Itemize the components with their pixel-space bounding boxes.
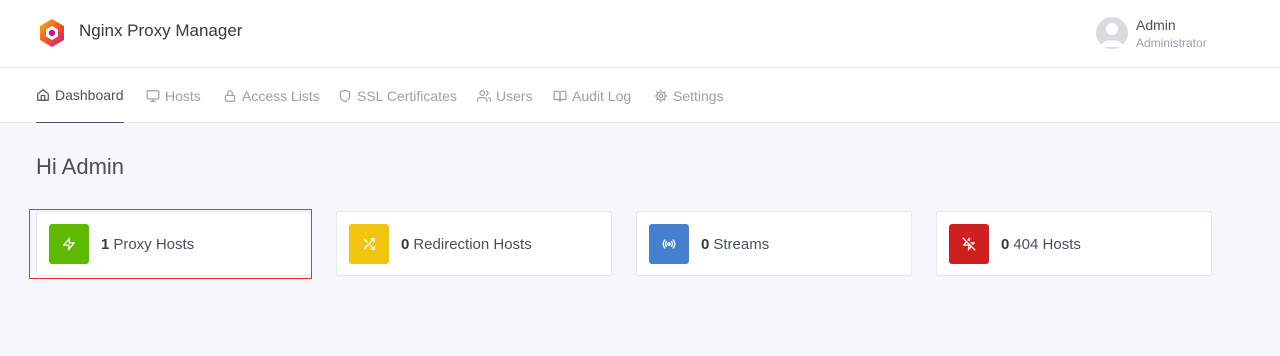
nav-dashboard-label: Dashboard: [55, 87, 124, 103]
user-role: Administrator: [1136, 36, 1207, 50]
nav-users[interactable]: Users: [477, 68, 533, 123]
nav-dashboard[interactable]: Dashboard: [36, 68, 124, 123]
avatar[interactable]: [1096, 17, 1128, 49]
zap-off-icon: [962, 237, 976, 251]
monitor-icon: [146, 89, 160, 102]
lock-icon: [224, 89, 236, 102]
selection-highlight: [29, 209, 312, 279]
card-text: 0 404 Hosts: [1001, 236, 1081, 253]
card-count: 0: [1001, 236, 1010, 253]
card-label: 404 Hosts: [1013, 236, 1081, 253]
app-title[interactable]: Nginx Proxy Manager: [79, 21, 242, 41]
main-nav: Dashboard Hosts Access Lists SSL Certifi…: [0, 68, 1280, 123]
user-name[interactable]: Admin: [1136, 17, 1176, 33]
users-icon: [477, 89, 491, 102]
nav-users-label: Users: [496, 87, 533, 104]
card-text: 0 Redirection Hosts: [401, 236, 532, 253]
shield-icon: [339, 89, 351, 102]
user-avatar-icon: [1100, 23, 1124, 47]
card-text: 0 Streams: [701, 236, 769, 253]
nav-ssl-certificates[interactable]: SSL Certificates: [338, 68, 457, 123]
stat-card-404-hosts[interactable]: 0 404 Hosts: [936, 211, 1212, 276]
nav-audit-log[interactable]: Audit Log: [553, 68, 631, 123]
card-label: Streams: [713, 236, 770, 253]
nav-access-lists-label: Access Lists: [242, 87, 320, 104]
card-icon-box: [949, 224, 989, 264]
card-label: Redirection Hosts: [413, 236, 532, 253]
header: Nginx Proxy Manager Admin Administrator: [0, 0, 1280, 68]
nav-audit-log-label: Audit Log: [572, 87, 632, 104]
book-open-icon: [553, 90, 567, 102]
nav-settings[interactable]: Settings: [654, 68, 724, 123]
nav-hosts[interactable]: Hosts: [146, 68, 201, 123]
stat-card-streams[interactable]: 0 Streams: [636, 211, 912, 276]
stat-card-redirection-hosts[interactable]: 0 Redirection Hosts: [336, 211, 612, 276]
nav-hosts-label: Hosts: [165, 87, 201, 104]
card-count: 0: [401, 236, 410, 253]
page-title: Hi Admin: [36, 154, 125, 179]
card-icon-box: [649, 224, 689, 264]
gear-icon: [654, 89, 668, 102]
shuffle-icon: [363, 238, 375, 250]
nav-access-lists[interactable]: Access Lists: [223, 68, 320, 123]
card-icon-box: [349, 224, 389, 264]
home-icon: [37, 89, 49, 101]
card-count: 0: [701, 236, 710, 253]
nav-settings-label: Settings: [673, 87, 724, 104]
nav-ssl-certificates-label: SSL Certificates: [357, 87, 457, 104]
logo-icon[interactable]: [38, 18, 66, 48]
radio-icon: [662, 239, 676, 249]
